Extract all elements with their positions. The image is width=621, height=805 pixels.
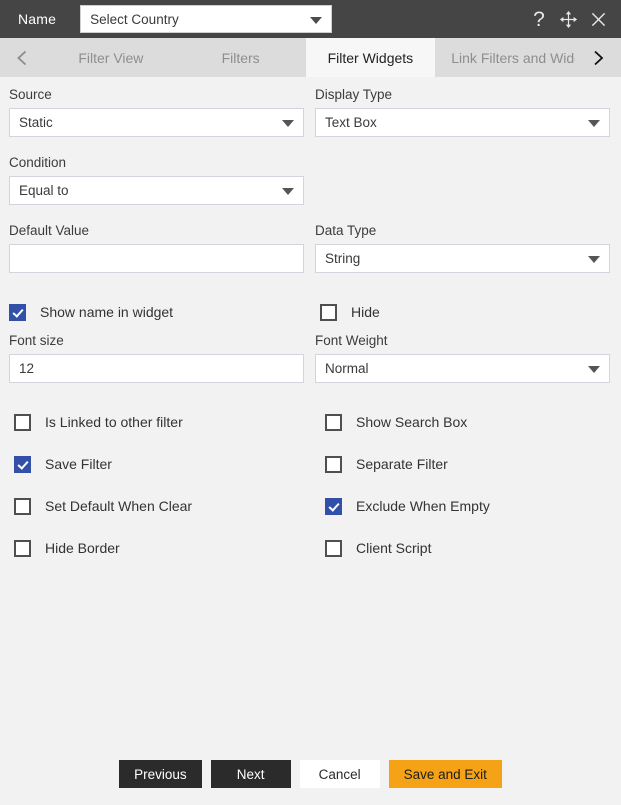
checkbox-client-script[interactable]: Client Script [320,527,620,569]
checkbox-save-filter[interactable]: Save Filter [9,443,309,485]
field-font-weight: Font Weight Normal [315,333,610,401]
form-row-default-value: Default Value Data Type String [9,223,612,291]
source-dropdown-value: Static [9,108,304,137]
tab-filter-widgets[interactable]: Filter Widgets [305,38,436,77]
close-x-icon[interactable] [590,11,607,28]
checkbox-box [325,455,342,473]
checkbox-row-1: Show name in widget Hide [9,291,612,333]
checkbox-box [320,303,337,321]
chevron-right-icon [594,50,604,65]
previous-button[interactable]: Previous [119,760,202,788]
name-label: Name [18,11,57,27]
checkbox-label: Show Search Box [356,414,468,430]
source-dropdown[interactable]: Static [9,108,304,137]
condition-dropdown-value: Equal to [9,176,304,205]
data-type-dropdown-value: String [315,244,610,273]
field-font-size: Font size [9,333,304,401]
font-size-label: Font size [9,333,64,348]
checkbox-label: Show name in widget [40,304,174,320]
tab-scroll-right-button[interactable] [575,38,621,77]
form-row-source: Source Static Display Type Text Box [9,87,612,155]
checkbox-label: Hide Border [45,540,120,556]
field-source: Source Static [9,87,304,155]
font-weight-dropdown-value: Normal [315,354,610,383]
checkbox-label: Exclude When Empty [356,498,490,514]
checkbox-label: Separate Filter [356,456,448,472]
checkbox-box [14,497,31,515]
checkbox-row-3: Save Filter Separate Filter [9,443,612,485]
tab-label: Filter View [78,49,144,66]
data-type-label: Data Type [315,223,377,238]
font-size-input[interactable] [9,354,304,383]
checkbox-show-name-in-widget[interactable]: Show name in widget [9,291,304,333]
chevron-left-icon [17,50,27,65]
source-label: Source [9,87,52,102]
checkbox-exclude-when-empty[interactable]: Exclude When Empty [320,485,620,527]
move-arrows-icon[interactable] [559,10,578,29]
checkbox-box [14,539,31,557]
default-value-label: Default Value [9,223,90,238]
filter-widgets-dialog: Name Select Country ? Filter View Filter… [0,0,621,805]
checkbox-label: Save Filter [45,456,112,472]
titlebar-actions: ? [531,8,621,30]
field-condition: Condition Equal to [9,155,304,223]
field-display-type: Display Type Text Box [315,87,610,155]
tab-filters[interactable]: Filters [175,38,306,77]
name-dropdown-value: Select Country [90,11,179,27]
condition-label: Condition [9,155,67,170]
font-weight-dropdown[interactable]: Normal [315,354,610,383]
checkbox-box [14,455,31,473]
display-type-label: Display Type [315,87,393,102]
save-and-exit-button[interactable]: Save and Exit [388,760,502,788]
tab-scroll-left-button[interactable] [0,38,46,77]
next-button[interactable]: Next [210,760,291,788]
chevron-down-icon [310,17,323,24]
default-value-input[interactable] [9,244,304,273]
display-type-dropdown[interactable]: Text Box [315,108,610,137]
tab-label: Filter Widgets [327,49,414,66]
dialog-titlebar: Name Select Country ? [0,0,621,38]
tab-link-filters-and-widgets[interactable]: Link Filters and Widge [435,38,575,77]
display-type-dropdown-value: Text Box [315,108,610,137]
checkbox-box [325,539,342,557]
form-row-condition: Condition Equal to [9,155,612,223]
tab-label: Link Filters and Widge [451,49,575,66]
tab-filter-view[interactable]: Filter View [46,38,176,77]
font-size-input-wrap [9,354,304,383]
checkbox-set-default-when-clear[interactable]: Set Default When Clear [9,485,309,527]
checkbox-hide-border[interactable]: Hide Border [9,527,309,569]
field-data-type: Data Type String [315,223,610,291]
default-value-input-wrap [9,244,304,273]
tab-list: Filter View Filters Filter Widgets Link … [46,38,575,77]
checkbox-hide[interactable]: Hide [315,291,615,333]
form-spacer [315,155,610,223]
field-default-value: Default Value [9,223,304,291]
form-body: Source Static Display Type Text Box Cond… [0,77,621,805]
checkbox-row-4: Set Default When Clear Exclude When Empt… [9,485,612,527]
dialog-footer: Previous Next Cancel Save and Exit [0,760,621,788]
help-icon[interactable]: ? [531,8,547,30]
checkbox-is-linked-to-other-filter[interactable]: Is Linked to other filter [9,401,309,443]
checkbox-label: Client Script [356,540,432,556]
checkbox-box [325,413,342,431]
tab-bar: Filter View Filters Filter Widgets Link … [0,38,621,77]
checkbox-show-search-box[interactable]: Show Search Box [320,401,620,443]
checkbox-label: Hide [351,304,380,320]
checkbox-label: Set Default When Clear [45,498,193,514]
tab-label: Filters [221,49,260,66]
name-dropdown[interactable]: Select Country [80,5,333,33]
font-weight-label: Font Weight [315,333,388,348]
checkbox-box [325,497,342,515]
cancel-button[interactable]: Cancel [299,760,380,788]
form-row-font: Font size Font Weight Normal [9,333,612,401]
checkbox-separate-filter[interactable]: Separate Filter [320,443,620,485]
data-type-dropdown[interactable]: String [315,244,610,273]
checkbox-label: Is Linked to other filter [45,414,183,430]
checkbox-box [9,303,26,321]
condition-dropdown[interactable]: Equal to [9,176,304,205]
checkbox-box [14,413,31,431]
checkbox-row-5: Hide Border Client Script [9,527,612,569]
checkbox-row-2: Is Linked to other filter Show Search Bo… [9,401,612,443]
